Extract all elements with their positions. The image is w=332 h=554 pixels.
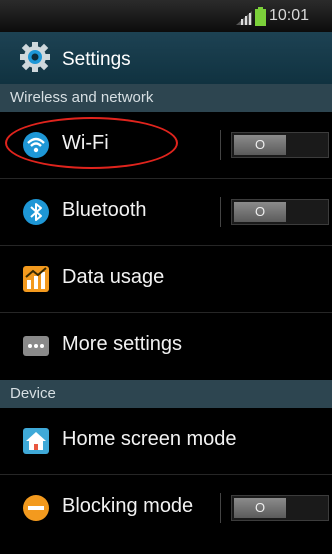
settings-item-more-settings[interactable]: More settings bbox=[0, 313, 332, 379]
section-header-device: Device bbox=[0, 380, 332, 408]
data-usage-icon bbox=[23, 266, 49, 292]
settings-item-wifi[interactable]: Wi-Fi O bbox=[0, 112, 332, 178]
status-bar: 10:01 bbox=[0, 0, 332, 32]
toggle-knob: O bbox=[234, 135, 286, 155]
settings-item-label: Home screen mode bbox=[62, 428, 237, 450]
more-icon bbox=[23, 336, 49, 356]
section-header-wireless: Wireless and network bbox=[0, 84, 332, 112]
blocking-icon bbox=[23, 495, 49, 521]
settings-item-blocking-mode[interactable]: Blocking mode O bbox=[0, 475, 332, 541]
settings-item-label: Bluetooth bbox=[62, 199, 147, 221]
blocking-mode-toggle[interactable]: O bbox=[231, 495, 329, 521]
toggle-knob: O bbox=[234, 202, 286, 222]
wifi-icon bbox=[23, 132, 49, 158]
gear-icon[interactable] bbox=[20, 42, 50, 72]
settings-item-data-usage[interactable]: Data usage bbox=[0, 246, 332, 312]
battery-icon bbox=[255, 7, 266, 26]
page-title: Settings bbox=[62, 49, 131, 70]
settings-item-bluetooth[interactable]: Bluetooth O bbox=[0, 179, 332, 245]
section-header-label: Device bbox=[10, 385, 56, 402]
settings-item-label: Data usage bbox=[62, 266, 165, 288]
home-icon bbox=[23, 428, 49, 454]
clock: 10:01 bbox=[269, 7, 310, 24]
bluetooth-toggle[interactable]: O bbox=[231, 199, 329, 225]
settings-item-home-screen-mode[interactable]: Home screen mode bbox=[0, 408, 332, 474]
settings-item-label: Blocking mode bbox=[62, 495, 194, 517]
divider bbox=[220, 493, 221, 523]
section-header-label: Wireless and network bbox=[10, 89, 154, 106]
wifi-toggle[interactable]: O bbox=[231, 132, 329, 158]
bluetooth-icon bbox=[23, 199, 49, 225]
signal-icon bbox=[236, 11, 252, 25]
settings-item-label: Wi-Fi bbox=[62, 132, 109, 154]
divider bbox=[220, 197, 221, 227]
settings-item-label: More settings bbox=[62, 333, 183, 355]
divider bbox=[220, 130, 221, 160]
toggle-knob: O bbox=[234, 498, 286, 518]
